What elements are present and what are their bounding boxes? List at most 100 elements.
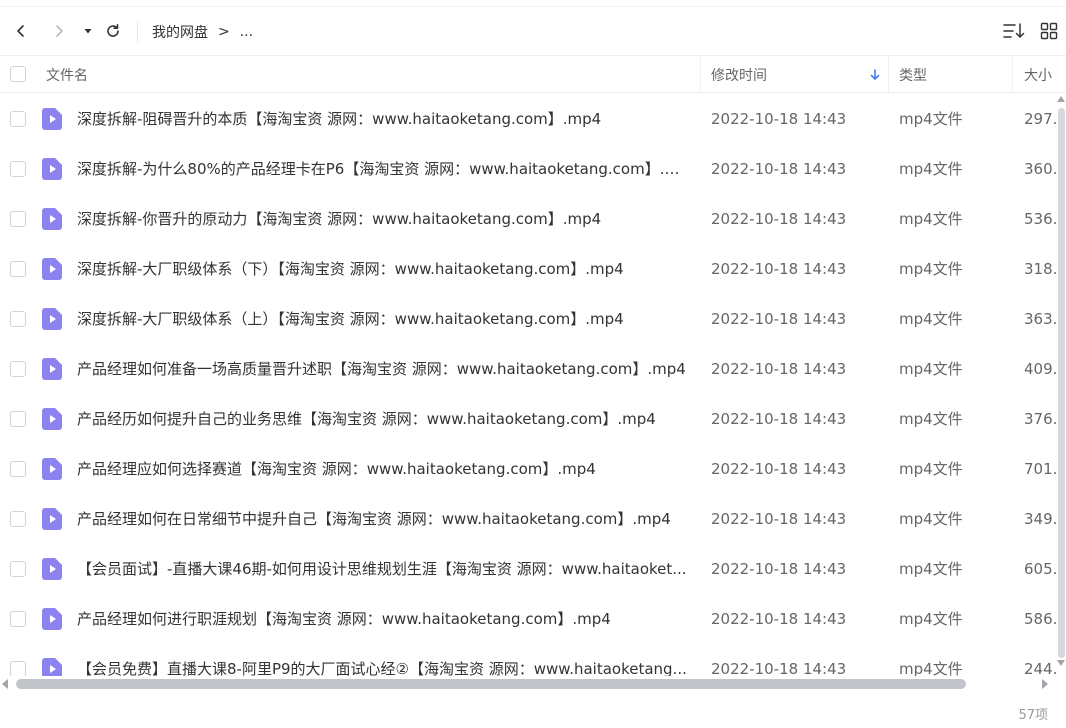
table-row[interactable]: 产品经理如何准备一场高质量晋升述职【海淘宝资 源网：www.haitaoketa… xyxy=(0,344,1066,394)
video-file-icon xyxy=(42,208,62,230)
sort-desc-indicator[interactable] xyxy=(869,56,881,93)
scroll-up-arrow[interactable] xyxy=(1057,96,1065,102)
file-type: mp4文件 xyxy=(899,210,963,228)
table-row[interactable]: 产品经理应如何选择赛道【海淘宝资 源网：www.haitaoketang.com… xyxy=(0,444,1066,494)
breadcrumb-root[interactable]: 我的网盘 xyxy=(152,22,208,42)
select-all-checkbox[interactable] xyxy=(10,66,26,82)
chevron-left-icon xyxy=(17,25,24,37)
row-checkbox[interactable] xyxy=(10,361,26,377)
toolbar-divider xyxy=(137,21,138,43)
table-row[interactable]: 产品经理如何在日常细节中提升自己【海淘宝资 源网：www.haitaoketan… xyxy=(0,494,1066,544)
video-file-icon xyxy=(42,158,62,180)
file-name: 深度拆解-阻碍晋升的本质【海淘宝资 源网：www.haitaoketang.co… xyxy=(77,110,602,128)
back-button[interactable] xyxy=(9,19,33,43)
video-file-icon xyxy=(42,108,62,130)
row-checkbox[interactable] xyxy=(10,411,26,427)
file-modified-time: 2022-10-18 14:43 xyxy=(711,510,847,528)
video-file-icon xyxy=(42,508,62,530)
file-modified-time: 2022-10-18 14:43 xyxy=(711,210,847,228)
row-checkbox[interactable] xyxy=(10,661,26,676)
table-row[interactable]: 深度拆解-为什么80%的产品经理卡在P6【海淘宝资 源网：www.haitaok… xyxy=(0,144,1066,194)
file-name: 产品经理如何准备一场高质量晋升述职【海淘宝资 源网：www.haitaoketa… xyxy=(77,360,686,378)
row-checkbox[interactable] xyxy=(10,111,26,127)
row-checkbox[interactable] xyxy=(10,511,26,527)
toolbar: 我的网盘 > ... xyxy=(0,6,1066,56)
file-type: mp4文件 xyxy=(899,110,963,128)
table-row[interactable]: 深度拆解-大厂职级体系（下）【海淘宝资 源网：www.haitaoketang.… xyxy=(0,244,1066,294)
vertical-scrollbar[interactable] xyxy=(1056,94,1066,676)
vertical-scroll-thumb[interactable] xyxy=(1058,108,1065,658)
file-name: 深度拆解-你晋升的原动力【海淘宝资 源网：www.haitaoketang.co… xyxy=(77,210,602,228)
video-file-icon xyxy=(42,458,62,480)
scroll-right-arrow[interactable] xyxy=(1042,679,1048,689)
row-checkbox[interactable] xyxy=(10,461,26,477)
status-bar: 57项 xyxy=(0,696,1066,728)
file-modified-time: 2022-10-18 14:43 xyxy=(711,610,847,628)
horizontal-scroll-thumb[interactable] xyxy=(16,679,966,689)
table-row[interactable]: 【会员面试】-直播大课46期-如何用设计思维规划生涯【海淘宝资 源网：www.h… xyxy=(0,544,1066,594)
column-divider[interactable] xyxy=(888,56,889,93)
refresh-icon xyxy=(107,24,119,37)
table-row[interactable]: 产品经理如何进行职涯规划【海淘宝资 源网：www.haitaoketang.co… xyxy=(0,594,1066,644)
video-file-icon xyxy=(42,558,62,580)
file-type: mp4文件 xyxy=(899,360,963,378)
column-header-modified[interactable]: 修改时间 xyxy=(711,56,883,93)
table-row[interactable]: 深度拆解-大厂职级体系（上）【海淘宝资 源网：www.haitaoketang.… xyxy=(0,294,1066,344)
table-header: 文件名 修改时间 类型 大小 xyxy=(0,56,1066,93)
column-header-modified-label: 修改时间 xyxy=(711,67,767,84)
file-name: 【会员免费】直播大课8-阿里P9的大厂面试心经②【海淘宝资 源网：www.hai… xyxy=(77,660,687,676)
caret-down-icon xyxy=(84,29,92,34)
table-row[interactable]: 产品经历如何提升自己的业务思维【海淘宝资 源网：www.haitaoketang… xyxy=(0,394,1066,444)
history-dropdown-button[interactable] xyxy=(76,19,100,43)
row-checkbox[interactable] xyxy=(10,611,26,627)
file-name: 【会员面试】-直播大课46期-如何用设计思维规划生涯【海淘宝资 源网：www.h… xyxy=(77,560,687,578)
refresh-button[interactable] xyxy=(101,19,125,43)
grid-view-button[interactable] xyxy=(1038,20,1060,42)
row-checkbox[interactable] xyxy=(10,561,26,577)
file-modified-time: 2022-10-18 14:43 xyxy=(711,260,847,278)
file-type: mp4文件 xyxy=(899,510,963,528)
file-type: mp4文件 xyxy=(899,410,963,428)
row-checkbox[interactable] xyxy=(10,261,26,277)
video-file-icon xyxy=(42,658,62,676)
scroll-left-arrow[interactable] xyxy=(2,679,8,689)
file-name: 产品经理应如何选择赛道【海淘宝资 源网：www.haitaoketang.com… xyxy=(77,460,596,478)
file-type: mp4文件 xyxy=(899,610,963,628)
file-modified-time: 2022-10-18 14:43 xyxy=(711,460,847,478)
grid-view-icon xyxy=(1040,22,1058,40)
breadcrumb-separator: > xyxy=(218,24,230,40)
row-checkbox[interactable] xyxy=(10,161,26,177)
table-row[interactable]: 深度拆解-阻碍晋升的本质【海淘宝资 源网：www.haitaoketang.co… xyxy=(0,94,1066,144)
row-checkbox[interactable] xyxy=(10,311,26,327)
horizontal-scrollbar[interactable] xyxy=(0,676,1066,692)
breadcrumb-ellipsis[interactable]: ... xyxy=(240,24,253,40)
file-name: 产品经理如何在日常细节中提升自己【海淘宝资 源网：www.haitaoketan… xyxy=(77,510,671,528)
file-name: 深度拆解-大厂职级体系（下）【海淘宝资 源网：www.haitaoketang.… xyxy=(77,260,624,278)
file-type: mp4文件 xyxy=(899,460,963,478)
file-modified-time: 2022-10-18 14:43 xyxy=(711,310,847,328)
file-type: mp4文件 xyxy=(899,260,963,278)
column-divider[interactable] xyxy=(700,56,701,93)
table-row[interactable]: 【会员免费】直播大课8-阿里P9的大厂面试心经②【海淘宝资 源网：www.hai… xyxy=(0,644,1066,676)
file-type: mp4文件 xyxy=(899,160,963,178)
forward-button[interactable] xyxy=(47,19,71,43)
chevron-right-icon xyxy=(56,25,63,37)
row-checkbox[interactable] xyxy=(10,211,26,227)
column-header-filename[interactable]: 文件名 xyxy=(46,56,696,93)
table-row[interactable]: 深度拆解-你晋升的原动力【海淘宝资 源网：www.haitaoketang.co… xyxy=(0,194,1066,244)
video-file-icon xyxy=(42,408,62,430)
file-modified-time: 2022-10-18 14:43 xyxy=(711,660,847,676)
file-modified-time: 2022-10-18 14:43 xyxy=(711,560,847,578)
item-count: 57项 xyxy=(1018,708,1048,723)
scroll-down-arrow[interactable] xyxy=(1057,660,1065,666)
column-header-size-label: 大小 xyxy=(1024,67,1052,84)
column-header-type[interactable]: 类型 xyxy=(899,56,1007,93)
column-divider[interactable] xyxy=(1012,56,1013,93)
sort-button[interactable] xyxy=(1003,20,1025,42)
column-header-type-label: 类型 xyxy=(899,67,927,84)
file-name: 深度拆解-为什么80%的产品经理卡在P6【海淘宝资 源网：www.haitaok… xyxy=(77,160,689,178)
file-modified-time: 2022-10-18 14:43 xyxy=(711,410,847,428)
video-file-icon xyxy=(42,358,62,380)
file-list: 深度拆解-阻碍晋升的本质【海淘宝资 源网：www.haitaoketang.co… xyxy=(0,94,1066,676)
column-header-size[interactable]: 大小 xyxy=(1024,56,1066,93)
